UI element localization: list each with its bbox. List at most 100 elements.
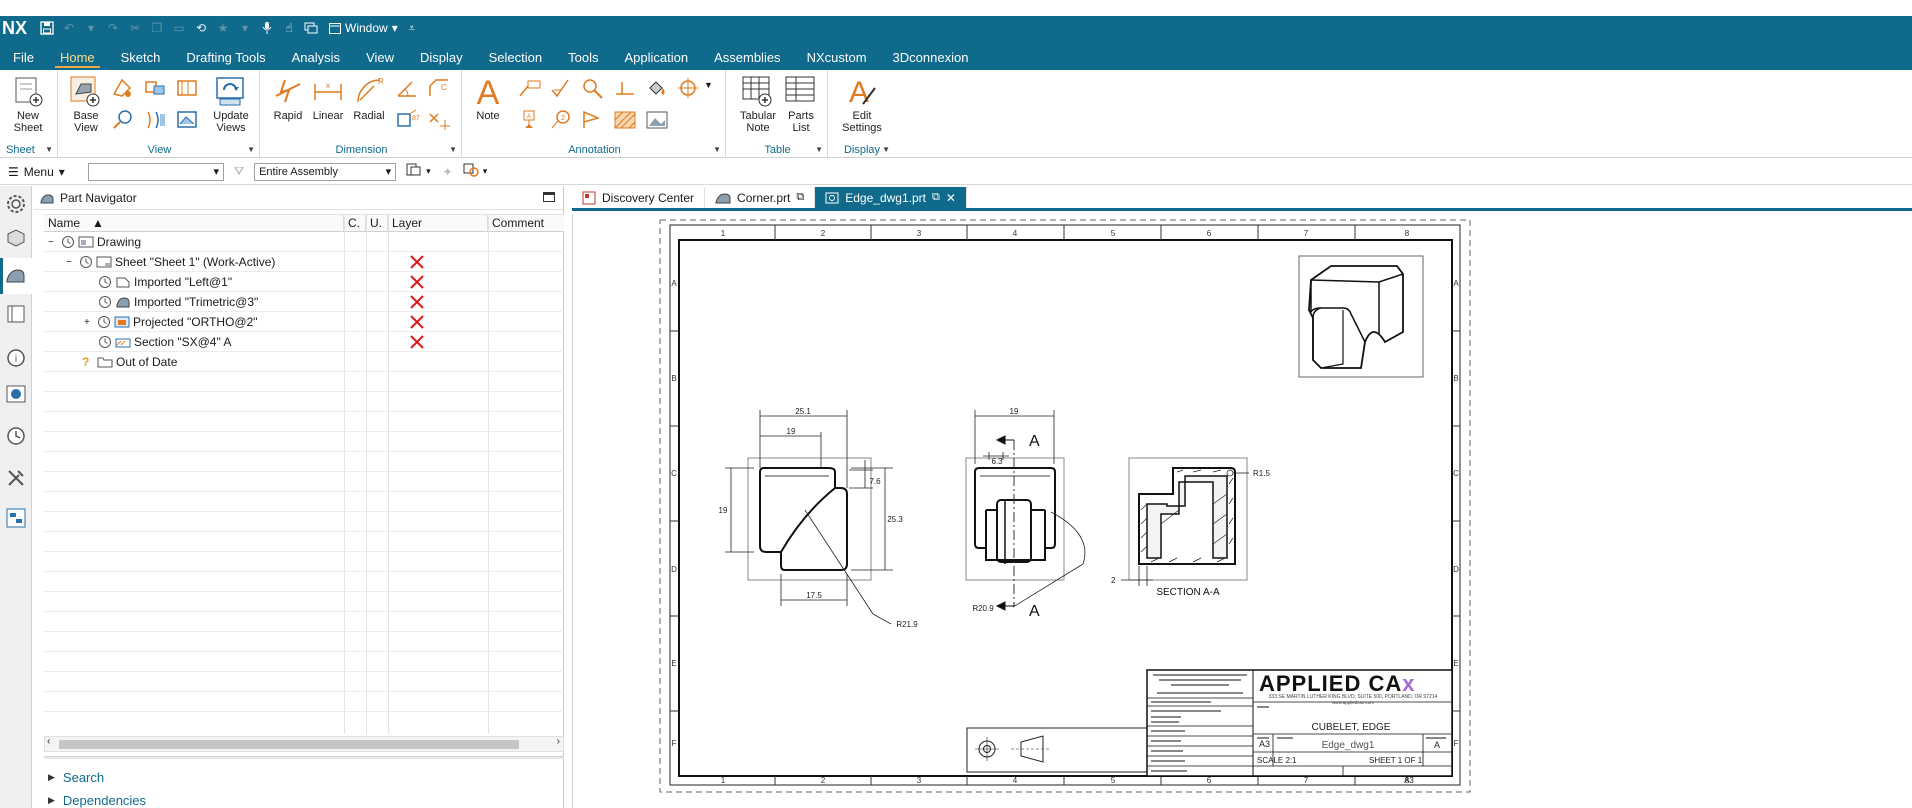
linear-dimension-button[interactable]: x Linear — [308, 74, 348, 122]
dimension-text[interactable]: R21.9 — [896, 620, 918, 629]
part-navigator-icon[interactable] — [4, 264, 28, 288]
crosshatch-icon[interactable] — [612, 108, 638, 132]
image-icon[interactable] — [644, 108, 670, 132]
history-clock-icon[interactable] — [4, 424, 28, 448]
tab-file[interactable]: File — [0, 44, 47, 70]
dimension-text[interactable]: R1.5 — [1253, 469, 1270, 478]
select-feature-icon[interactable]: ✦ — [443, 165, 453, 179]
tab-selection[interactable]: Selection — [476, 44, 555, 70]
column-header-comment[interactable]: Comment — [488, 215, 564, 231]
revision-value[interactable]: A — [1434, 740, 1440, 750]
view-section-a-a[interactable]: R1.5 2 SECTION A-A — [1111, 457, 1270, 598]
tree-row-section[interactable]: Section "SX@4" A — [44, 332, 564, 352]
chevron-down-icon[interactable]: ▼ — [704, 80, 713, 90]
new-sheet-button[interactable]: New Sheet — [6, 74, 50, 134]
dimension-text[interactable]: 2 — [1111, 576, 1116, 585]
chevron-down-icon[interactable]: ▼ — [45, 145, 53, 154]
title-block[interactable]: APPLIED CAx 333 SE MARTIN LUTHER KING BL… — [1146, 669, 1453, 785]
web-browser-icon[interactable] — [4, 382, 28, 406]
tools-icon[interactable] — [4, 466, 28, 490]
surface-finish-icon[interactable] — [548, 76, 574, 100]
balloon-icon[interactable]: 2 — [548, 108, 574, 132]
thickness-dimension-icon[interactable] — [426, 108, 452, 132]
tab-assemblies[interactable]: Assemblies — [701, 44, 793, 70]
redo-icon[interactable]: ↷ — [105, 20, 121, 36]
chamfer-dimension-icon[interactable]: C — [426, 76, 452, 100]
tab-nxcustom[interactable]: NXcustom — [794, 44, 880, 70]
section-label-bottom[interactable]: A — [1029, 603, 1040, 620]
scroll-left-icon[interactable]: ‹ — [47, 736, 50, 747]
base-view-button[interactable]: Base View — [68, 74, 104, 134]
drawing-view-icon[interactable] — [110, 76, 136, 100]
dimension-text[interactable]: 19 — [1010, 407, 1019, 416]
window-menu[interactable]: Window ▾ — [329, 21, 398, 35]
paste-icon[interactable]: ▭ — [171, 20, 187, 36]
dimension-text[interactable]: R20.9 — [972, 604, 994, 613]
cut-icon[interactable]: ✂ — [127, 20, 143, 36]
assembly-filter-icon[interactable] — [406, 163, 424, 180]
radial-dimension-button[interactable]: R Radial — [350, 74, 388, 122]
column-header-current[interactable]: C. — [344, 215, 366, 231]
tabular-note-button[interactable]: Tabular Note — [736, 74, 780, 134]
chevron-down-icon[interactable]: ▾ — [483, 166, 488, 177]
update-views-button[interactable]: Update Views — [208, 74, 254, 134]
assembly-navigator-icon[interactable] — [4, 226, 28, 250]
repeat-command-icon[interactable]: ⟲ — [193, 20, 209, 36]
menu-button[interactable]: ☰ Menu ▾ — [0, 165, 80, 179]
gear-icon[interactable] — [4, 192, 28, 216]
scroll-right-icon[interactable]: › — [557, 736, 560, 747]
target-point-icon[interactable] — [580, 108, 606, 132]
tree-row-out-of-date[interactable]: ? Out of Date — [44, 352, 564, 372]
dropdown-arrow-icon[interactable]: ▾ — [83, 20, 99, 36]
collapse-icon[interactable]: − — [48, 237, 58, 248]
microphone-icon[interactable] — [259, 20, 275, 36]
section-view-label[interactable]: SECTION A-A — [1156, 587, 1220, 598]
chevron-down-icon[interactable]: ▼ — [882, 145, 890, 154]
angular-dimension-icon[interactable] — [394, 76, 420, 100]
note-button[interactable]: A Note — [470, 74, 506, 122]
navigator-horizontal-scrollbar[interactable]: ‹ › — [44, 736, 564, 752]
star-icon[interactable]: ★ — [215, 20, 231, 36]
detail-view-icon[interactable] — [110, 108, 136, 132]
scrollbar-thumb[interactable] — [59, 740, 519, 749]
dimension-text[interactable]: 6.3 — [991, 457, 1003, 466]
tab-discovery-center[interactable]: Discovery Center — [572, 187, 706, 208]
section-label-top[interactable]: A — [1029, 433, 1040, 450]
projected-view-icon[interactable] — [142, 76, 168, 100]
expand-icon[interactable]: + — [84, 317, 94, 328]
dimension-text[interactable]: 7.6 — [869, 477, 881, 486]
tree-row-sheet[interactable]: − Sheet "Sheet 1" (Work-Active) — [44, 252, 564, 272]
dimension-text[interactable]: 17.5 — [806, 591, 822, 600]
search-panel-toggle[interactable]: ▶ Search — [48, 770, 104, 785]
tab-corner-prt[interactable]: Corner.prt ⧉ — [705, 187, 816, 208]
feature-control-frame-icon[interactable] — [516, 76, 542, 100]
rapid-dimension-button[interactable]: Rapid — [270, 74, 306, 122]
sheet-number-value[interactable]: SHEET 1 OF 1 — [1369, 756, 1423, 765]
dimension-text[interactable]: 19 — [719, 506, 728, 515]
tree-row-imported-trimetric[interactable]: Imported "Trimetric@3" — [44, 292, 564, 312]
reuse-library-icon[interactable] — [4, 302, 28, 326]
tab-drafting-tools[interactable]: Drafting Tools — [173, 44, 278, 70]
snap-point-icon[interactable] — [463, 163, 479, 180]
column-header-layer[interactable]: Layer — [388, 215, 488, 231]
drawing-title-value[interactable]: CUBELET, EDGE — [1312, 722, 1391, 733]
tab-3dconnexion[interactable]: 3Dconnexion — [880, 44, 982, 70]
chevron-down-icon[interactable]: ▼ — [713, 145, 721, 154]
chevron-down-icon[interactable]: ▼ — [815, 145, 823, 154]
touch-mode-icon[interactable]: ☝ — [281, 20, 297, 36]
tab-edge-dwg1-prt[interactable]: Edge_dwg1.prt ⧉ ✕ — [815, 187, 967, 208]
tab-home[interactable]: Home — [47, 44, 108, 70]
view-from-image-icon[interactable] — [174, 108, 200, 132]
chevron-down-icon[interactable]: ▾ — [426, 166, 431, 177]
datum-target-icon[interactable] — [580, 76, 606, 100]
maximize-icon[interactable] — [543, 192, 555, 202]
center-mark-icon[interactable] — [676, 76, 702, 100]
collapse-icon[interactable]: − — [66, 257, 76, 268]
ordinate-dimension-icon[interactable]: 87 — [394, 108, 420, 132]
process-studio-icon[interactable] — [4, 506, 28, 530]
undo-icon[interactable]: ↶ — [61, 20, 77, 36]
parts-list-button[interactable]: Parts List — [782, 74, 820, 134]
edit-settings-button[interactable]: A Edit Settings — [838, 74, 886, 134]
customize-quick-access-icon[interactable]: ⩡ — [404, 20, 420, 36]
dimension-text[interactable]: 25.1 — [795, 407, 811, 416]
